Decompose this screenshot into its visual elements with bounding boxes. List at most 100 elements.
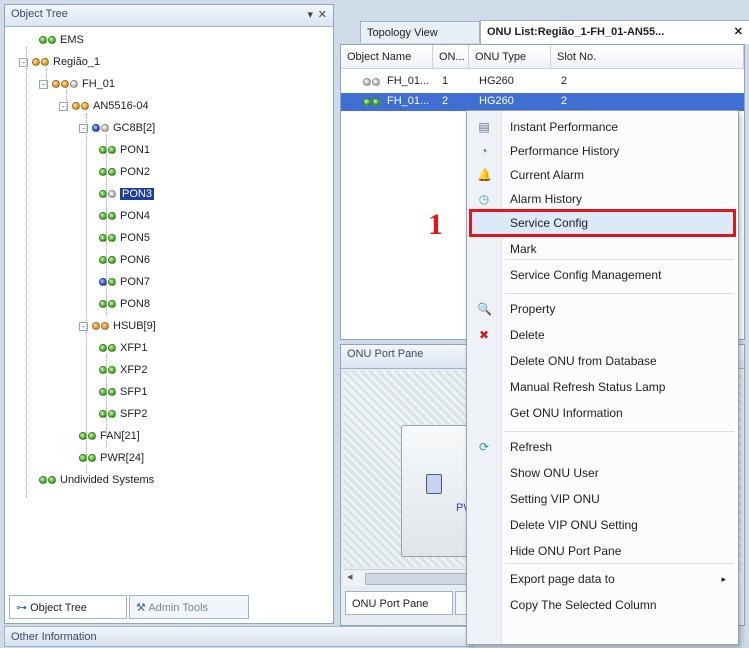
context-menu: ▤ Instant Performance ◔ Performance History… [466,110,739,645]
menu-item-delete-onu-from-database[interactable]: Delete ONU from Database [467,349,738,373]
tree-node[interactable]: - AN5516-04 [59,95,149,117]
menu-item-label: Delete VIP ONU Setting [510,518,638,532]
tree-connector [106,135,108,315]
menu-separator [505,563,734,564]
menu-item-label: Setting VIP ONU [510,492,600,506]
menu-item-mark[interactable]: Mark [467,237,738,261]
menu-item-alarm-history[interactable]: ◷ Alarm History [467,187,738,211]
close-icon[interactable]: ✕ [318,8,327,21]
property-icon: 🔍 [477,302,492,316]
cell-slot-no: 2 [561,75,568,87]
menu-item-get-onu-information[interactable]: Get ONU Information [467,401,738,425]
status-lamp-icon [108,410,116,418]
scrollbar-thumb[interactable] [365,573,477,585]
tree-node[interactable]: PWR[24] [79,447,144,469]
status-lamp-icon [108,234,116,242]
menu-item-manual-refresh-status-lamp[interactable]: Manual Refresh Status Lamp [467,375,738,399]
status-lamp-icon [363,78,371,86]
scroll-left-icon[interactable]: ◂ [347,570,353,583]
tree-connector [26,47,28,497]
status-lamp-icon [108,366,116,374]
delete-icon: ✖ [478,328,490,342]
tree-node[interactable]: FAN[21] [79,425,140,447]
object-tree-panel: Object Tree ▾ ✕ EMS - Região_1- FH_01- AN551… [4,4,334,624]
tree-node-label: GC8B[2] [113,122,156,134]
status-lamp-icon [108,190,116,198]
menu-item-delete-vip-onu-setting[interactable]: Delete VIP ONU Setting [467,513,738,537]
status-lamp-icon [39,476,47,484]
tree-node-label: EMS [60,34,84,46]
menu-item-label: Hide ONU Port Pane [510,544,622,558]
tree-node-label: PON3 [120,188,154,200]
tree-node-label: SFP1 [120,386,148,398]
tab-onu-list[interactable]: ONU List:Região_1-FH_01-AN55... ✕ [480,20,749,44]
tree-node[interactable]: Undivided Systems [39,469,154,491]
status-lamp-icon [92,322,100,330]
menu-item-refresh[interactable]: ⟳ Refresh [467,435,738,459]
menu-item-label: Performance History [510,144,620,158]
tree-node[interactable]: - GC8B[2] [79,117,155,139]
tree-connector [106,355,108,447]
tab-topology-view[interactable]: Topology View [360,21,480,43]
column-header-slot-no[interactable]: Slot No. [551,45,744,69]
tree-node[interactable]: EMS [39,29,84,51]
menu-item-instant-performance[interactable]: ▤ Instant Performance [467,115,738,139]
status-lamp-icon [70,80,78,88]
tree-node-label: PWR[24] [100,452,145,464]
cell-slot-no: 2 [561,95,568,107]
tree-node-label: PON2 [120,166,150,178]
menu-item-property[interactable]: 🔍 Property [467,297,738,321]
pin-icon[interactable]: ▾ [307,8,313,21]
menu-separator [505,293,734,294]
column-header-onu-type[interactable]: ONU Type [469,45,551,69]
menu-item-current-alarm[interactable]: 🔔 Current Alarm [467,163,738,187]
close-icon[interactable]: ✕ [734,21,743,43]
status-lamp-icon [363,98,371,106]
menu-item-service-config[interactable]: Service Config [469,209,736,237]
menu-item-performance-history[interactable]: ◔ Performance History [467,139,738,163]
tree-node[interactable]: - HSUB[9] [79,315,156,337]
onu-port-pane-title: ONU Port Pane [347,348,424,360]
tree-node-label: PON5 [120,232,150,244]
tree-node-label: HSUB[9] [113,320,156,332]
cell-object-name: FH_01... [387,75,430,87]
column-header-onu[interactable]: ON... [433,45,469,69]
menu-item-setting-vip-onu[interactable]: Setting VIP ONU [467,487,738,511]
tree-node-label: XFP1 [120,342,148,354]
status-lamp-icon [101,124,109,132]
tree-node[interactable]: - FH_01 [39,73,115,95]
instant-performance-icon: ▤ [478,120,490,134]
tab-admin-tools[interactable]: ⚒ Admin Tools [129,595,249,619]
menu-item-label: Service Config Management [510,268,662,282]
menu-item-label: Get ONU Information [510,406,623,420]
menu-item-hide-onu-port-pane[interactable]: Hide ONU Port Pane [467,539,738,563]
tab-onu-port-pane[interactable]: ONU Port Pane [345,591,453,615]
status-lamp-icon [372,78,380,86]
tab-object-tree[interactable]: ⊶ Object Tree [9,595,127,619]
tree-node-label: PON8 [120,298,150,310]
menu-item-label: Delete ONU from Database [510,354,657,368]
menu-item-label: Instant Performance [510,120,619,134]
table-row[interactable]: FH_01... 2 HG260 2 [341,93,744,111]
menu-item-label: Service Config [510,216,589,230]
cell-onu-type: HG260 [479,95,514,107]
menu-item-label: Copy The Selected Column [510,598,657,612]
row-status-dots [363,76,381,88]
status-lamp-icon [48,476,56,484]
status-lamp-icon [81,102,89,110]
cell-onu-type: HG260 [479,75,514,87]
status-lamp-icon [108,168,116,176]
column-header-object-name[interactable]: Object Name [341,45,433,69]
menu-item-service-config-management[interactable]: Service Config Management [467,263,738,287]
tree-node[interactable]: - Região_1 [19,51,100,73]
menu-item-delete[interactable]: ✖ Delete [467,323,738,347]
tree-node-label: SFP2 [120,408,148,420]
menu-item-show-onu-user[interactable]: Show ONU User [467,461,738,485]
menu-item-copy-the-selected-column[interactable]: Copy The Selected Column [467,593,738,617]
cell-object-name: FH_01... [387,95,430,107]
port-icon[interactable] [426,474,442,494]
table-row[interactable]: FH_01... 1 HG260 2 [341,73,744,91]
submenu-arrow-icon: ▸ [721,574,726,584]
tree-connector [66,91,68,109]
menu-item-export-page-data-to[interactable]: Export page data to ▸ [467,567,738,591]
